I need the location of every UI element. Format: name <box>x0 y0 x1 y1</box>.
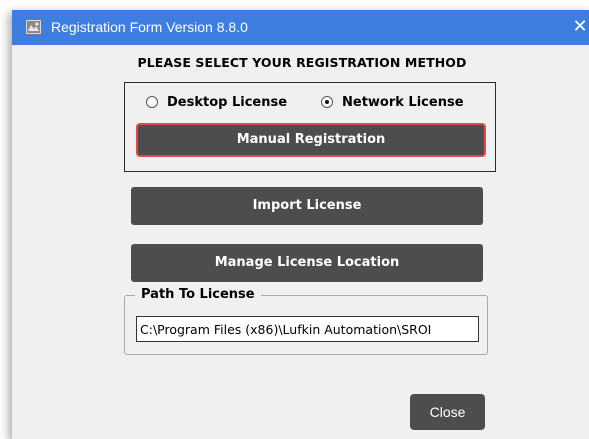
registration-method-group: Desktop License Network License Manual R… <box>124 82 496 172</box>
close-button[interactable]: Close <box>410 394 485 430</box>
path-to-license-label: Path To License <box>135 287 261 302</box>
radio-circle-icon <box>146 96 158 108</box>
radio-selected-icon <box>321 96 333 108</box>
window-title: Registration Form Version 8.8.0 <box>51 19 248 35</box>
desktop-license-label: Desktop License <box>167 94 288 110</box>
network-license-radio[interactable]: Network License <box>321 93 464 111</box>
manage-license-location-button[interactable]: Manage License Location <box>131 244 483 282</box>
registration-method-heading: PLEASE SELECT YOUR REGISTRATION METHOD <box>137 55 467 70</box>
path-to-license-group: Path To License <box>124 287 488 355</box>
title-bar[interactable]: Registration Form Version 8.8.0 ✕ <box>12 10 589 45</box>
close-window-icon[interactable]: ✕ <box>568 14 589 40</box>
manual-registration-button[interactable]: Manual Registration <box>136 123 486 157</box>
network-license-label: Network License <box>342 94 464 110</box>
import-license-button[interactable]: Import License <box>131 187 483 225</box>
desktop-license-radio[interactable]: Desktop License <box>146 93 287 111</box>
license-path-field[interactable] <box>136 316 479 342</box>
registration-app-icon <box>25 19 42 35</box>
registration-window: Registration Form Version 8.8.0 ✕ PLEASE… <box>12 10 589 439</box>
